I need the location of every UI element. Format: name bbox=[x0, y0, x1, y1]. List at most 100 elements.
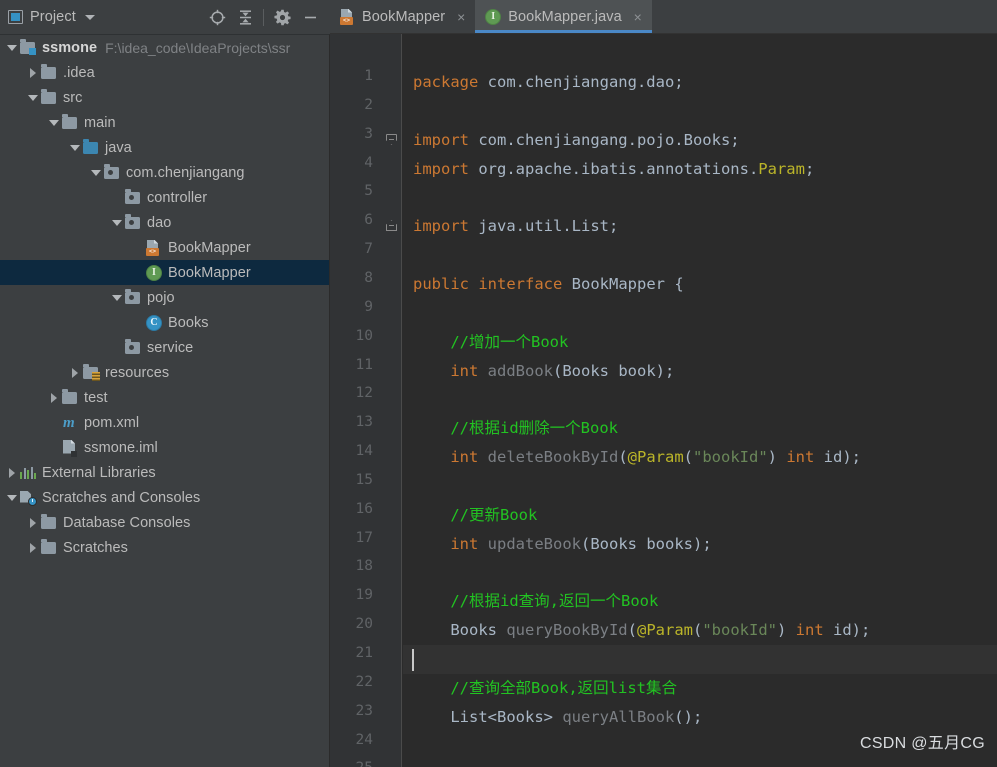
twisty-collapsed-icon[interactable] bbox=[25, 542, 41, 553]
code-token: updateBook bbox=[487, 534, 581, 553]
tree-row-pom-xml[interactable]: m pom.xml bbox=[0, 410, 329, 435]
code-line[interactable]: Books queryBookById(@Param("bookId") int… bbox=[413, 616, 997, 645]
project-tree[interactable]: ssmone F:\idea_code\IdeaProjects\ssr .idea… bbox=[0, 34, 330, 767]
code-line[interactable] bbox=[413, 97, 997, 126]
code-line[interactable]: public interface BookMapper { bbox=[413, 270, 997, 299]
tree-row-external-libraries[interactable]: External Libraries bbox=[0, 460, 329, 485]
line-number: 13 bbox=[355, 414, 373, 431]
folder-icon bbox=[41, 514, 58, 531]
code-line[interactable] bbox=[413, 558, 997, 587]
twisty-expanded-icon[interactable] bbox=[88, 169, 104, 176]
twisty-expanded-icon[interactable] bbox=[4, 44, 20, 51]
code-line[interactable] bbox=[413, 645, 997, 674]
code-line[interactable]: } bbox=[413, 760, 997, 767]
twisty-expanded-icon[interactable] bbox=[4, 494, 20, 501]
tree-row-label: pojo bbox=[147, 289, 175, 306]
iml-file-icon bbox=[62, 439, 79, 457]
code-token: com.chenjiangang.pojo.Books; bbox=[469, 130, 740, 149]
tab-close-icon[interactable]: × bbox=[632, 10, 644, 24]
gear-icon[interactable] bbox=[268, 3, 296, 31]
code-line[interactable]: package com.chenjiangang.dao; bbox=[413, 68, 997, 97]
minimize-icon[interactable] bbox=[296, 3, 324, 31]
line-number: 8 bbox=[364, 269, 373, 286]
code-line[interactable]: int updateBook(Books books); bbox=[413, 530, 997, 559]
tab-close-icon[interactable]: × bbox=[455, 10, 467, 24]
code-fold-marker[interactable] bbox=[386, 133, 397, 145]
source-folder-icon bbox=[83, 139, 100, 156]
code-editor[interactable]: 1234567891011121314151617181920212223242… bbox=[330, 34, 997, 767]
package-icon bbox=[125, 289, 142, 306]
line-number: 14 bbox=[355, 443, 373, 460]
code-line[interactable]: int deleteBookById(@Param("bookId") int … bbox=[413, 443, 997, 472]
code-token: @Param bbox=[627, 448, 684, 467]
code-line[interactable] bbox=[413, 299, 997, 328]
tree-row-bookmapper[interactable]: I BookMapper bbox=[0, 260, 329, 285]
tree-row-java[interactable]: java bbox=[0, 135, 329, 160]
code-fold-marker[interactable] bbox=[386, 220, 397, 232]
code-line[interactable] bbox=[413, 241, 997, 270]
tree-row-ssmone-iml[interactable]: ssmone.iml bbox=[0, 435, 329, 460]
tab-label: BookMapper.java bbox=[508, 8, 622, 25]
code-line[interactable]: import java.util.List; bbox=[413, 212, 997, 241]
code-token: (); bbox=[674, 707, 703, 726]
tree-row-dao[interactable]: dao bbox=[0, 210, 329, 235]
locate-icon[interactable] bbox=[203, 3, 231, 31]
code-line[interactable]: List<Books> queryAllBook(); bbox=[413, 703, 997, 732]
code-token: deleteBookById bbox=[487, 448, 619, 467]
code-line[interactable] bbox=[413, 472, 997, 501]
tree-row-database-consoles[interactable]: Database Consoles bbox=[0, 510, 329, 535]
tree-row-bookmapper[interactable]: <> BookMapper bbox=[0, 235, 329, 260]
tree-row-scratches[interactable]: Scratches bbox=[0, 535, 329, 560]
tab-bookmapper-xml[interactable]: <> BookMapper × bbox=[330, 0, 475, 33]
code-line[interactable]: int addBook(Books book); bbox=[413, 357, 997, 386]
code-line[interactable]: import com.chenjiangang.pojo.Books; bbox=[413, 126, 997, 155]
editor-gutter[interactable]: 1234567891011121314151617181920212223242… bbox=[330, 34, 402, 767]
tree-row-controller[interactable]: controller bbox=[0, 185, 329, 210]
twisty-collapsed-icon[interactable] bbox=[25, 67, 41, 78]
code-line[interactable]: //增加一个Book bbox=[413, 328, 997, 357]
tree-row-pojo[interactable]: pojo bbox=[0, 285, 329, 310]
folder-icon bbox=[41, 89, 58, 106]
tree-row-test[interactable]: test bbox=[0, 385, 329, 410]
tree-row-main[interactable]: main bbox=[0, 110, 329, 135]
line-number: 24 bbox=[355, 731, 373, 748]
twisty-collapsed-icon[interactable] bbox=[25, 517, 41, 528]
code-line[interactable]: //根据id删除一个Book bbox=[413, 414, 997, 443]
twisty-collapsed-icon[interactable] bbox=[4, 467, 20, 478]
code-line[interactable]: import org.apache.ibatis.annotations.Par… bbox=[413, 155, 997, 184]
twisty-expanded-icon[interactable] bbox=[109, 294, 125, 301]
tree-row--idea[interactable]: .idea bbox=[0, 60, 329, 85]
code-content[interactable]: package com.chenjiangang.dao; import com.… bbox=[403, 34, 997, 767]
tree-row-resources[interactable]: resources bbox=[0, 360, 329, 385]
tree-row-books[interactable]: C Books bbox=[0, 310, 329, 335]
twisty-expanded-icon[interactable] bbox=[46, 119, 62, 126]
java-interface-icon: I bbox=[485, 8, 502, 25]
code-line[interactable]: //查询全部Book,返回list集合 bbox=[413, 674, 997, 703]
code-line[interactable] bbox=[413, 183, 997, 212]
tree-row-ssmone[interactable]: ssmone F:\idea_code\IdeaProjects\ssr bbox=[0, 35, 329, 60]
code-token: int bbox=[795, 621, 824, 640]
code-line[interactable]: //根据id查询,返回一个Book bbox=[413, 587, 997, 616]
twisty-expanded-icon[interactable] bbox=[25, 94, 41, 101]
code-token: interface bbox=[478, 274, 563, 293]
tab-bookmapper-java[interactable]: I BookMapper.java × bbox=[475, 0, 652, 33]
twisty-collapsed-icon[interactable] bbox=[67, 367, 83, 378]
code-token: java.util.List; bbox=[469, 217, 619, 236]
tree-row-label: Scratches and Consoles bbox=[42, 489, 201, 506]
collapse-all-icon[interactable] bbox=[231, 3, 259, 31]
twisty-expanded-icon[interactable] bbox=[67, 144, 83, 151]
code-line[interactable]: //更新Book bbox=[413, 501, 997, 530]
tree-row-src[interactable]: src bbox=[0, 85, 329, 110]
tree-row-com-chenjiangang[interactable]: com.chenjiangang bbox=[0, 160, 329, 185]
twisty-expanded-icon[interactable] bbox=[109, 219, 125, 226]
chevron-down-icon[interactable] bbox=[84, 14, 95, 20]
code-line[interactable] bbox=[413, 385, 997, 414]
tree-row-scratches-and-consoles[interactable]: Scratches and Consoles bbox=[0, 485, 329, 510]
text-caret bbox=[412, 649, 414, 671]
tree-row-service[interactable]: service bbox=[0, 335, 329, 360]
tree-row-label: src bbox=[63, 89, 83, 106]
project-panel-title-group[interactable]: Project bbox=[8, 9, 95, 25]
twisty-collapsed-icon[interactable] bbox=[46, 392, 62, 403]
